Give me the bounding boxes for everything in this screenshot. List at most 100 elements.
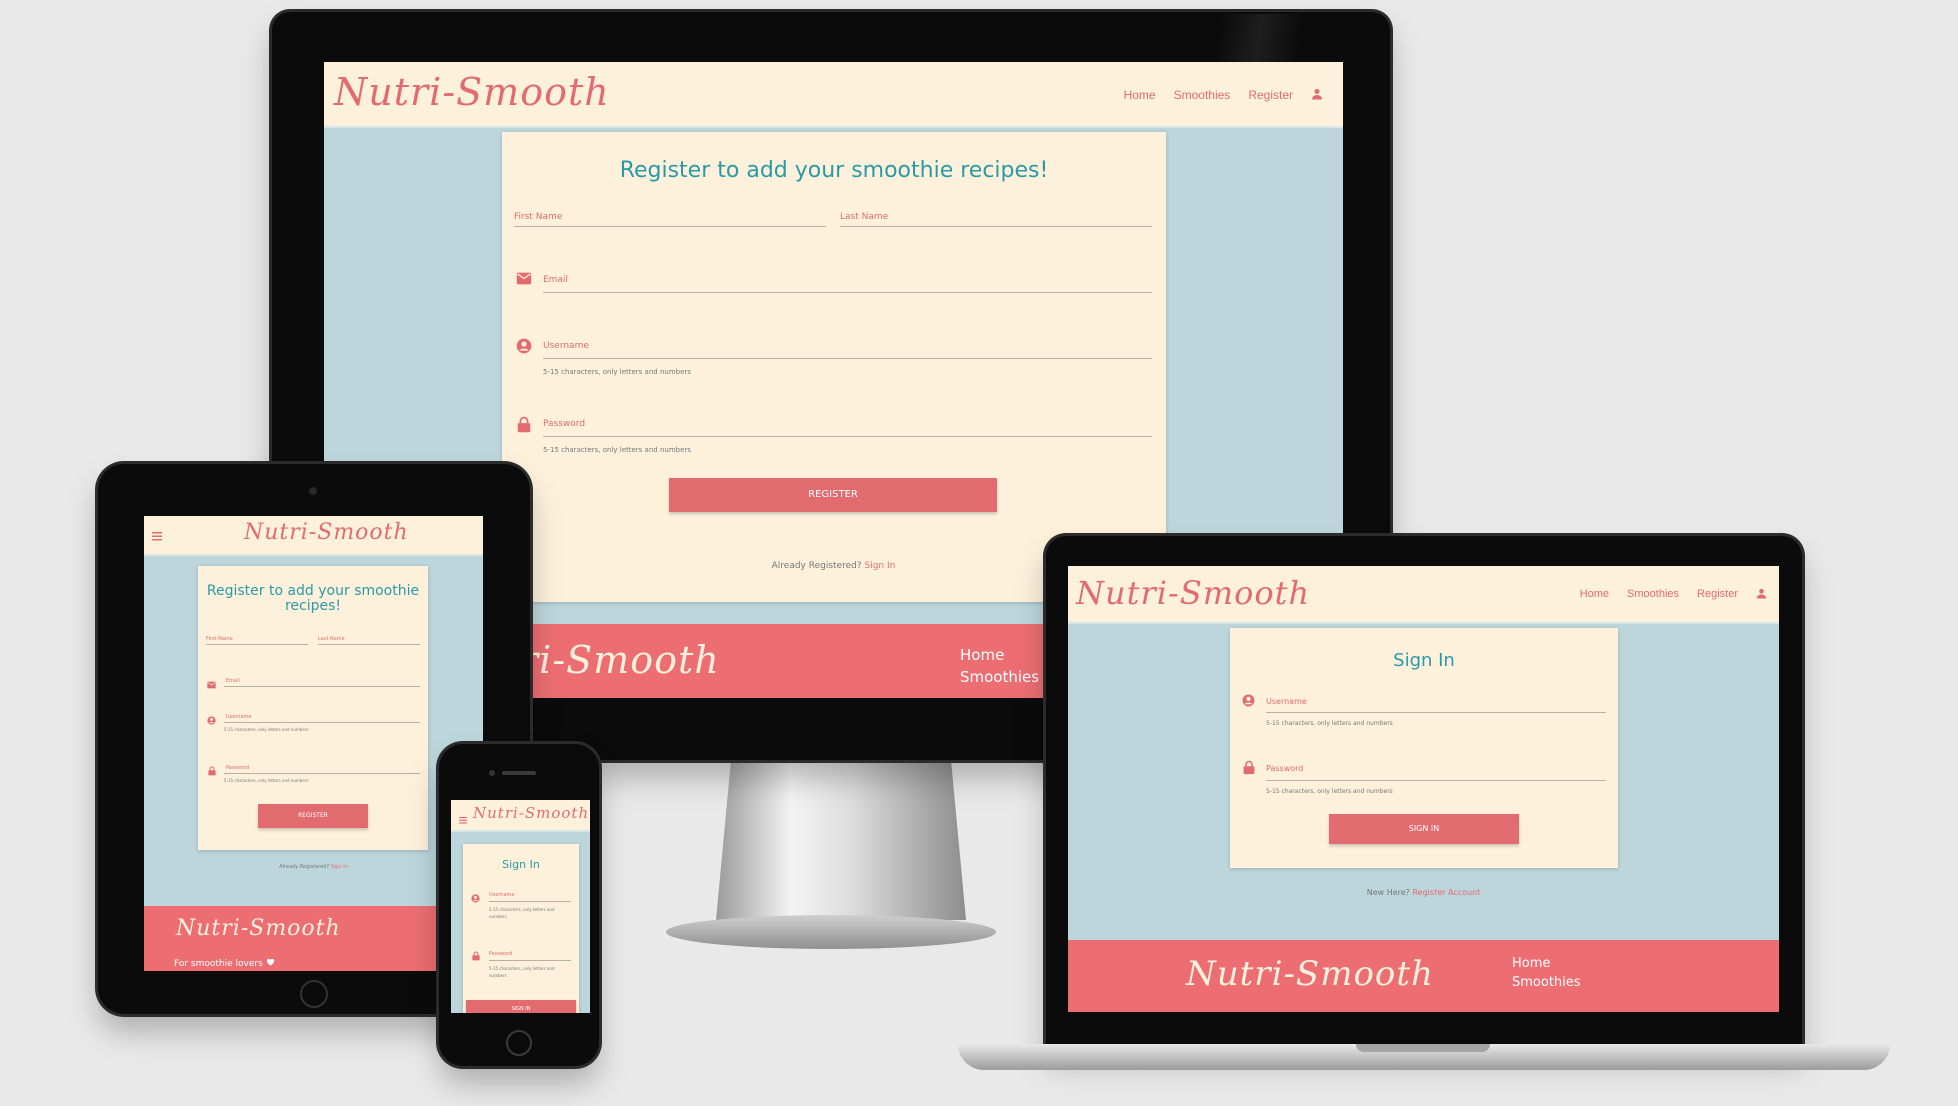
- signin-card: Sign In Username 5-15 characters, only l…: [1230, 628, 1618, 868]
- username-help: 5-15 characters, only letters and number…: [543, 368, 691, 376]
- already-registered-text: Already Registered? Sign In: [144, 864, 483, 870]
- email-label: Email: [226, 678, 240, 684]
- footer-smoothies-link[interactable]: Smoothies: [1512, 975, 1581, 990]
- monitor-stand-neck: [716, 760, 966, 920]
- signin-card: Sign In Username 5-15 characters, only l…: [463, 844, 579, 1013]
- password-field[interactable]: [1266, 780, 1606, 781]
- last-name-field[interactable]: [840, 226, 1152, 227]
- username-label: Username: [543, 341, 589, 351]
- already-registered-label: Already Registered?: [279, 864, 330, 870]
- last-name-label: Last Name: [840, 212, 889, 222]
- password-help: 5-15 characters, only letters and number…: [1266, 788, 1393, 795]
- tablet-screen: Nutri-Smooth Register to add your smooth…: [144, 516, 483, 971]
- sign-in-link[interactable]: Sign In: [865, 561, 896, 571]
- username-field[interactable]: [224, 722, 420, 723]
- register-card: Register to add your smoothie recipes! F…: [198, 566, 428, 850]
- password-label: Password: [1266, 764, 1304, 773]
- register-title-line1: Register to add your smoothie: [206, 583, 420, 599]
- footer-smoothies-link[interactable]: Smoothies: [960, 668, 1039, 686]
- new-here-text: New Here? Register Account: [1068, 888, 1779, 897]
- register-button[interactable]: REGISTER: [258, 804, 368, 828]
- account-circle-icon: [1242, 694, 1255, 712]
- monitor-stand-base: [666, 915, 996, 949]
- password-label: Password: [543, 419, 586, 429]
- password-field[interactable]: [489, 960, 571, 961]
- hamburger-menu-icon[interactable]: [152, 528, 162, 546]
- footer-logo: Nutri-Smooth: [1186, 954, 1434, 994]
- already-registered-label: Already Registered?: [771, 561, 862, 571]
- sign-in-button[interactable]: SIGN IN: [466, 1000, 576, 1013]
- tablet-home-button[interactable]: [300, 980, 328, 1008]
- account-circle-icon: [207, 712, 216, 730]
- first-name-field[interactable]: [514, 226, 826, 227]
- email-icon: [207, 676, 216, 694]
- signin-title: Sign In: [502, 858, 540, 871]
- password-label: Password: [489, 951, 513, 957]
- nav-smoothies-link[interactable]: Smoothies: [1174, 88, 1231, 103]
- brand-logo[interactable]: Nutri-Smooth: [1076, 574, 1310, 612]
- footer: Nutri-Smooth For smoothie lovers: [144, 906, 483, 971]
- username-field[interactable]: [1266, 712, 1606, 713]
- password-label: Password: [226, 765, 250, 771]
- nav-smoothies-link[interactable]: Smoothies: [1627, 588, 1679, 602]
- email-field[interactable]: [543, 292, 1152, 293]
- username-label: Username: [1266, 697, 1307, 706]
- username-field[interactable]: [489, 901, 571, 902]
- person-icon[interactable]: [1311, 88, 1323, 103]
- navbar: Nutri-Smooth Home Smoothies Register: [324, 62, 1343, 128]
- lock-icon: [1243, 760, 1255, 780]
- person-icon[interactable]: [1756, 588, 1767, 602]
- username-help: 5-15 characters, only letters and number…: [489, 907, 555, 919]
- nav-links: Home Smoothies Register: [1562, 588, 1767, 602]
- username-field[interactable]: [543, 358, 1152, 359]
- nav-home-link[interactable]: Home: [1124, 88, 1156, 103]
- footer-home-link[interactable]: Home: [960, 646, 1039, 664]
- sign-in-button[interactable]: SIGN IN: [1329, 814, 1519, 844]
- username-label: Username: [489, 892, 515, 898]
- phone-speaker: [502, 771, 536, 775]
- last-name-label: Last Name: [318, 636, 345, 642]
- register-account-link[interactable]: Register Account: [1412, 888, 1480, 897]
- nav-register-link[interactable]: Register: [1697, 588, 1738, 602]
- nav-register-link[interactable]: Register: [1248, 88, 1293, 103]
- phone-screen: Nutri-Smooth Sign In Username 5-15 chara…: [451, 800, 590, 1013]
- email-field[interactable]: [224, 686, 420, 687]
- heart-icon: [266, 958, 275, 969]
- last-name-field[interactable]: [318, 644, 420, 645]
- monitor-glare: [1180, 14, 1380, 62]
- footer-tagline-text: For smoothie lovers: [174, 959, 263, 969]
- phone-home-button[interactable]: [506, 1030, 532, 1056]
- nav-links: Home Smoothies Register: [1106, 88, 1323, 103]
- hamburger-menu-icon[interactable]: [459, 811, 467, 829]
- password-field[interactable]: [543, 436, 1152, 437]
- password-field[interactable]: [224, 773, 420, 774]
- signin-title: Sign In: [1393, 650, 1455, 671]
- register-card: Register to add your smoothie recipes! F…: [502, 132, 1166, 602]
- laptop-screen: Nutri-Smooth Home Smoothies Register Sig…: [1068, 566, 1779, 1012]
- register-button[interactable]: REGISTER: [669, 478, 997, 512]
- navbar: Nutri-Smooth: [451, 800, 590, 832]
- register-title: Register to add your smoothie recipes!: [198, 584, 428, 614]
- phone-camera: [489, 770, 495, 776]
- footer-home-link[interactable]: Home: [1512, 956, 1581, 971]
- email-icon: [516, 272, 532, 290]
- account-circle-icon: [471, 890, 480, 908]
- footer-links: Home Smoothies: [960, 646, 1039, 690]
- username-help: 5-15 characters, only letters and number…: [224, 727, 309, 732]
- sign-in-link[interactable]: Sign In: [331, 864, 348, 870]
- username-help: 5-15 characters, only letters and number…: [1266, 720, 1393, 727]
- first-name-label: First Name: [514, 212, 563, 222]
- laptop-notch: [1356, 1044, 1490, 1052]
- footer-tagline: For smoothie lovers: [174, 958, 275, 969]
- password-help: 5-15 characters, only letters and number…: [543, 446, 691, 454]
- footer-links: Home Smoothies: [1512, 956, 1581, 994]
- navbar: Nutri-Smooth: [144, 516, 483, 556]
- brand-logo[interactable]: Nutri-Smooth: [473, 804, 589, 822]
- navbar: Nutri-Smooth Home Smoothies Register: [1068, 566, 1779, 624]
- lock-icon: [472, 948, 480, 966]
- nav-home-link[interactable]: Home: [1580, 588, 1609, 602]
- new-here-label: New Here?: [1366, 888, 1410, 897]
- first-name-field[interactable]: [206, 644, 308, 645]
- brand-logo[interactable]: Nutri-Smooth: [244, 520, 409, 545]
- brand-logo[interactable]: Nutri-Smooth: [334, 70, 610, 114]
